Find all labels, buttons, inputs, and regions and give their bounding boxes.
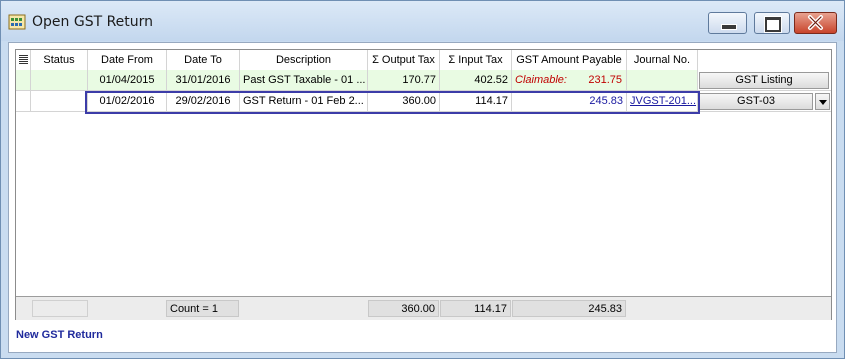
header-date-from[interactable]: Date From — [88, 50, 167, 70]
row-indicator[interactable] — [16, 91, 31, 112]
cell-date-from: 01/04/2015 — [88, 70, 167, 91]
footer-output-tax: 360.00 — [368, 300, 439, 317]
cell-description: GST Return - 01 Feb 2... — [240, 91, 368, 112]
cell-journal-no — [627, 70, 698, 91]
cell-status — [31, 70, 88, 91]
maximize-icon — [764, 16, 782, 33]
dialog-body: Status Date From Date To Description Σ O… — [8, 42, 837, 353]
header-output-tax[interactable]: Σ Output Tax — [368, 50, 440, 70]
cell-gst-amount-payable: Claimable: 231.75 — [512, 70, 627, 91]
cell-journal-no: JVGST-201... — [627, 91, 698, 112]
cell-date-to: 29/02/2016 — [167, 91, 240, 112]
header-action — [698, 50, 831, 70]
header-gst-amount-payable[interactable]: GST Amount Payable — [512, 50, 627, 70]
app-icon — [8, 14, 26, 30]
header-input-tax[interactable]: Σ Input Tax — [440, 50, 512, 70]
minimize-button[interactable] — [708, 12, 747, 34]
footer-blank — [32, 300, 88, 317]
header-description[interactable]: Description — [240, 50, 368, 70]
cell-status — [31, 91, 88, 112]
cell-description: Past GST Taxable - 01 ... — [240, 70, 368, 91]
footer-input-tax: 114.17 — [440, 300, 511, 317]
header-journal-no[interactable]: Journal No. — [627, 50, 698, 70]
cell-action: GST-03 — [698, 91, 831, 112]
cell-output-tax: 170.77 — [368, 70, 440, 91]
header-status[interactable]: Status — [31, 50, 88, 70]
cell-gst-amount-payable: 245.83 — [512, 91, 627, 112]
gst-listing-button[interactable]: GST Listing — [699, 72, 829, 89]
claimable-amount: 231.75 — [588, 74, 622, 86]
journal-link[interactable]: JVGST-201... — [630, 95, 696, 107]
open-gst-return-window: Open GST Return Status Date From Date To… — [0, 0, 845, 359]
gst-03-button[interactable]: GST-03 — [699, 93, 813, 110]
title-bar[interactable]: Open GST Return — [1, 1, 844, 41]
header-date-to[interactable]: Date To — [167, 50, 240, 70]
window-title: Open GST Return — [32, 14, 154, 30]
cell-input-tax: 114.17 — [440, 91, 512, 112]
footer-gst-amount-payable: 245.83 — [512, 300, 626, 317]
footer-count: Count = 1 — [166, 300, 239, 317]
close-icon — [808, 15, 823, 30]
minimize-icon — [721, 24, 737, 30]
row-indicator[interactable] — [16, 70, 31, 91]
cell-action: GST Listing — [698, 70, 831, 91]
cell-input-tax: 402.52 — [440, 70, 512, 91]
cell-output-tax: 360.00 — [368, 91, 440, 112]
close-button[interactable] — [794, 12, 837, 34]
gst-return-grid: Status Date From Date To Description Σ O… — [15, 49, 832, 320]
cell-date-from: 01/02/2016 — [88, 91, 167, 112]
grid-footer: Count = 1 360.00 114.17 245.83 — [16, 296, 831, 320]
claimable-label: Claimable: — [515, 74, 567, 86]
chevron-down-icon[interactable] — [815, 93, 830, 110]
maximize-button[interactable] — [754, 12, 790, 34]
cell-date-to: 31/01/2016 — [167, 70, 240, 91]
column-chooser-button[interactable] — [16, 50, 31, 70]
column-list-icon — [18, 55, 28, 64]
new-gst-return-button[interactable]: New GST Return — [16, 329, 103, 341]
